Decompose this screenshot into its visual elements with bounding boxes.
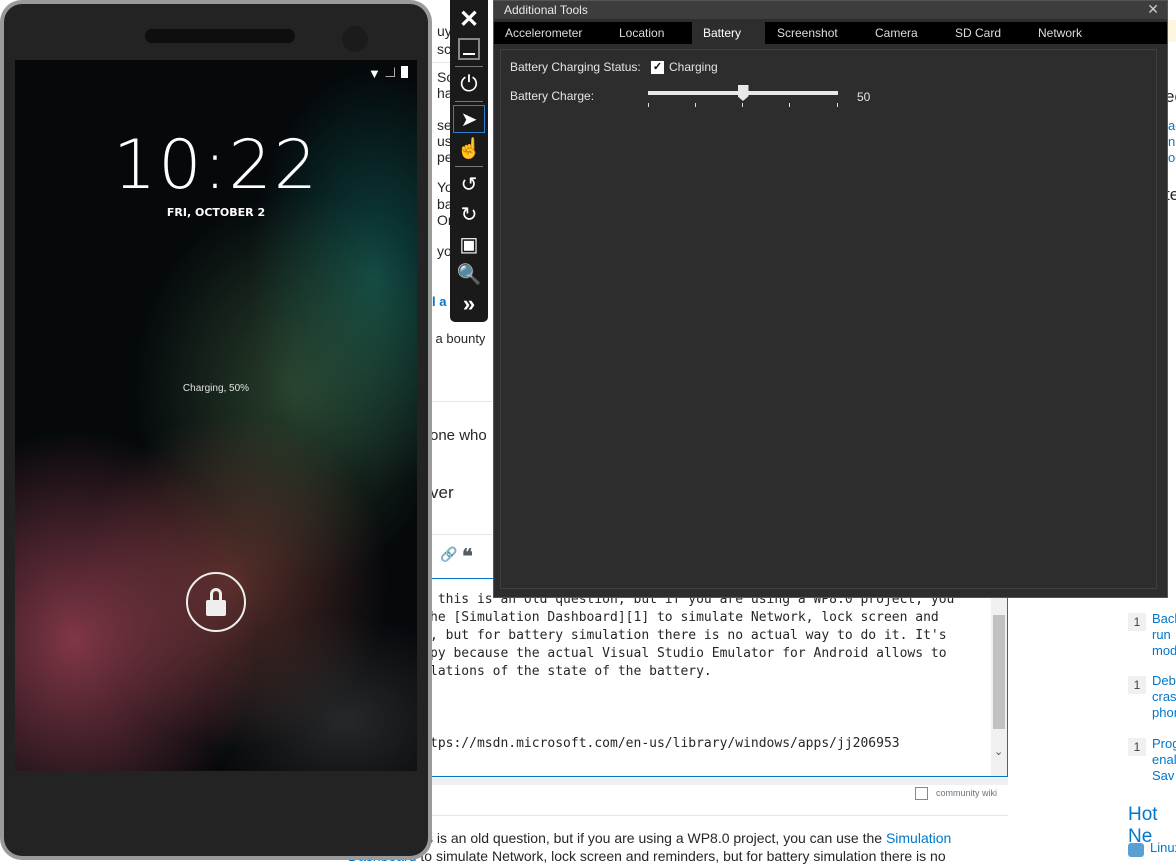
- scrollbar-thumb[interactable]: [993, 615, 1005, 729]
- charging-checkbox-label[interactable]: Charging: [669, 60, 718, 74]
- lockscreen-clock: 10:22: [113, 126, 319, 205]
- bounty-link[interactable]: rt a bounty: [424, 330, 485, 348]
- tab-accelerometer[interactable]: Accelerometer: [494, 22, 607, 44]
- fit-screen-icon[interactable]: ▣: [453, 230, 485, 258]
- tab-camera[interactable]: Camera: [864, 22, 944, 44]
- battery-charge-label: Battery Charge:: [510, 89, 595, 103]
- front-camera: [342, 26, 368, 52]
- lockscreen-date: FRI, OCTOBER 2: [166, 206, 266, 219]
- slider-thumb[interactable]: [737, 85, 749, 101]
- your-answer-heading: ver: [430, 484, 454, 502]
- sidebar-link[interactable]: oc: [1168, 149, 1176, 167]
- related-count: 1: [1128, 738, 1146, 756]
- charging-checkbox[interactable]: ✓: [651, 61, 664, 74]
- additional-tools-window: Additional Tools ✕ Accelerometer Locatio…: [493, 0, 1168, 598]
- phone-emulator: ▼ 10:22 FRI, OCTOBER 2 Charging, 50%: [0, 0, 432, 860]
- editor-resize-handle[interactable]: [430, 778, 1008, 785]
- community-wiki-checkbox[interactable]: [915, 787, 928, 800]
- related-count: 1: [1128, 676, 1146, 694]
- window-title-bar[interactable]: Additional Tools ✕: [494, 1, 1167, 19]
- related-link[interactable]: Prog enal Sav: [1152, 736, 1176, 784]
- battery-panel: Battery Charging Status: ✓ Charging Batt…: [500, 49, 1157, 589]
- touch-icon[interactable]: ☝: [453, 134, 485, 162]
- community-wiki-label: community wiki: [936, 788, 998, 798]
- charging-status-text: Charging, 50%: [182, 383, 250, 394]
- minimize-icon[interactable]: [453, 35, 485, 63]
- related-link[interactable]: Deb cras phon: [1152, 673, 1176, 721]
- battery-charge-value: 50: [857, 90, 871, 104]
- battery-charging-icon: [401, 66, 408, 78]
- text-fragment: one who: [430, 427, 487, 444]
- power-icon[interactable]: ⏻: [453, 70, 485, 98]
- window-title: Additional Tools: [504, 3, 588, 17]
- charging-status-label: Battery Charging Status:: [510, 60, 641, 74]
- related-count: 1: [1128, 613, 1146, 631]
- editor-text[interactable]: this is an old question, but if you are …: [430, 591, 954, 753]
- tab-sd-card[interactable]: SD Card: [944, 22, 1027, 44]
- related-link[interactable]: Back run mod: [1152, 611, 1176, 659]
- answer-preview: s is an old question, but if you are usi…: [426, 830, 952, 846]
- close-window-button[interactable]: ✕: [1147, 1, 1159, 18]
- phone-screen[interactable]: ▼ 10:22 FRI, OCTOBER 2 Charging, 50%: [15, 60, 417, 771]
- tools-tab-bar: Accelerometer Location Battery Screensho…: [494, 22, 1167, 44]
- emulator-toolbar: ✕ ⏻ ➤ ☝ ↺ ↻ ▣ 🔍 »: [450, 0, 488, 322]
- zoom-icon[interactable]: 🔍: [453, 260, 485, 288]
- wifi-icon: ▼: [368, 66, 381, 81]
- rotate-left-icon[interactable]: ↺: [453, 170, 485, 198]
- speaker-grille: [145, 29, 295, 43]
- site-icon: [1128, 843, 1144, 857]
- tab-location[interactable]: Location: [608, 22, 692, 44]
- answer-editor[interactable]: this is an old question, but if you are …: [430, 578, 1008, 777]
- editor-scrollbar[interactable]: ⌃ ⌄: [991, 579, 1007, 776]
- answer-preview-line2: Dashboard to simulate Network, lock scre…: [348, 848, 946, 864]
- quote-icon[interactable]: ❝: [462, 544, 473, 569]
- link-icon[interactable]: 🔗: [440, 546, 457, 563]
- unlock-button[interactable]: [186, 572, 246, 632]
- tab-battery[interactable]: Battery: [692, 22, 765, 44]
- tab-screenshot[interactable]: Screenshot: [766, 22, 863, 44]
- signal-icon: [385, 67, 395, 77]
- close-icon[interactable]: ✕: [453, 5, 485, 33]
- tab-network[interactable]: Network: [1027, 22, 1117, 44]
- pointer-icon[interactable]: ➤: [453, 105, 485, 133]
- rotate-right-icon[interactable]: ↻: [453, 200, 485, 228]
- more-tools-icon[interactable]: »: [453, 290, 485, 318]
- text-fragment: sc: [437, 41, 451, 57]
- scroll-down-icon[interactable]: ⌄: [994, 745, 1003, 758]
- hot-network-link[interactable]: Linux: [1150, 840, 1176, 855]
